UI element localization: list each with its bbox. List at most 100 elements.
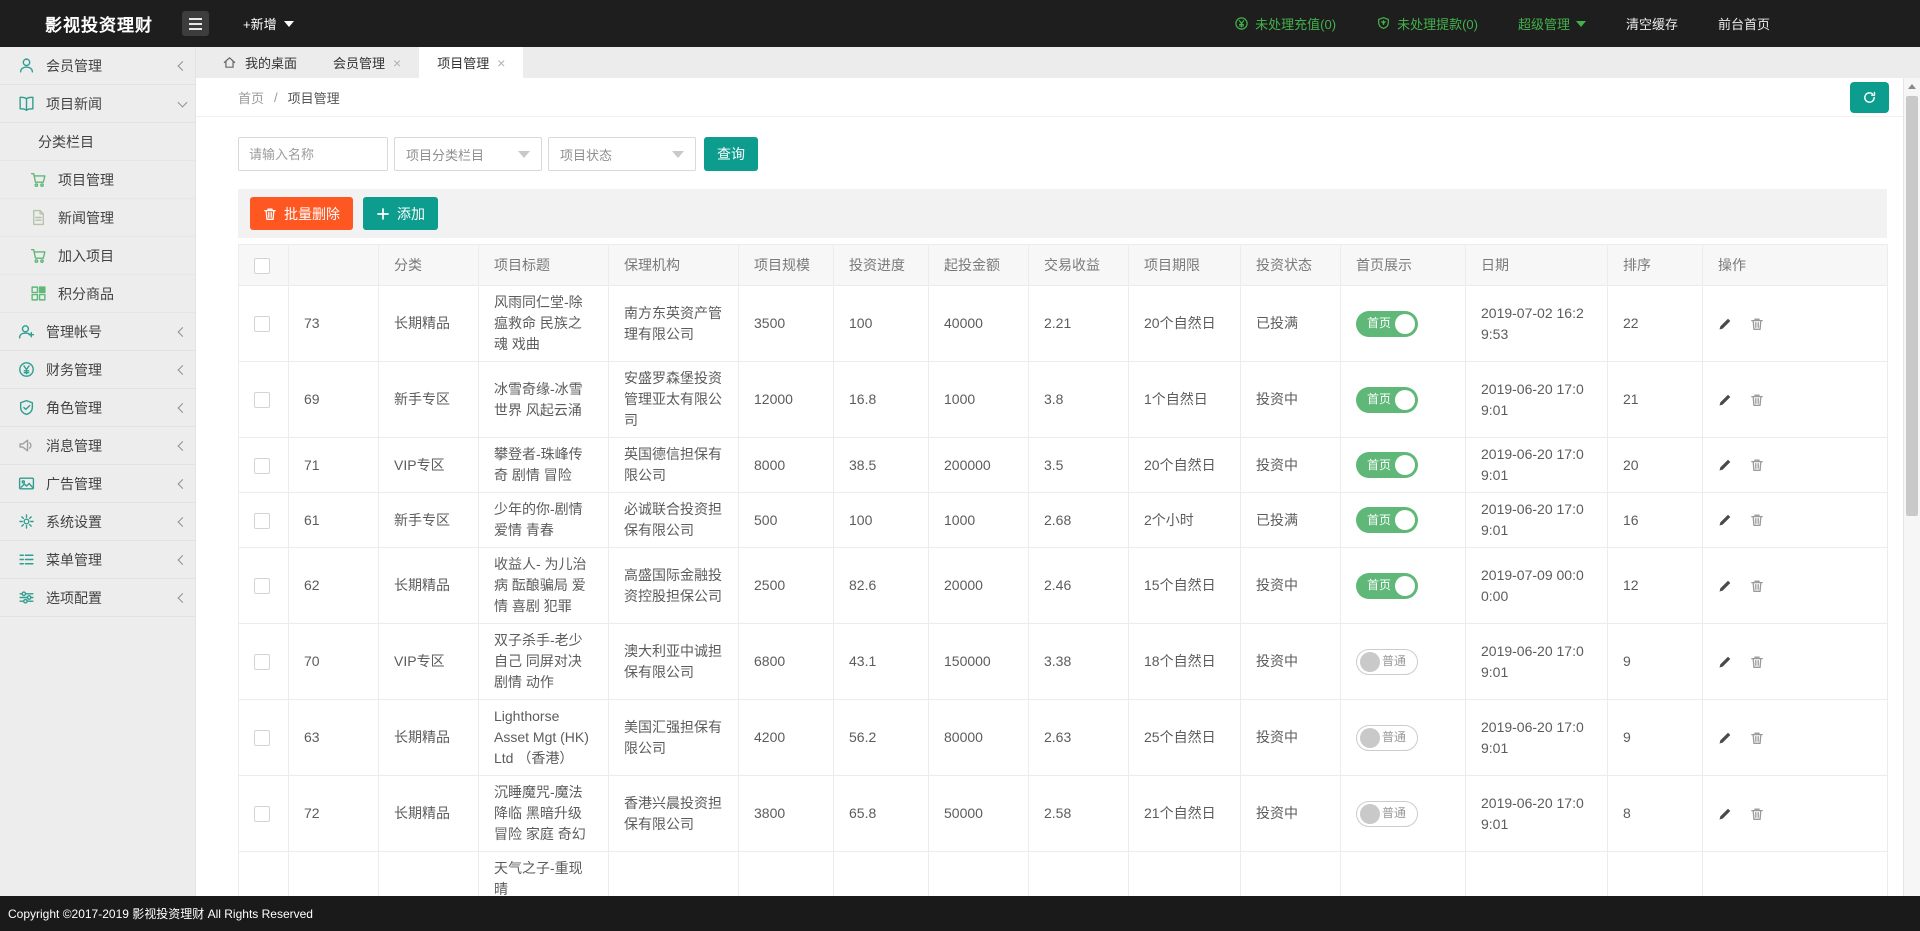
profit-cell: 2.58 — [1029, 776, 1129, 852]
category-cell: 长期精品 — [379, 700, 479, 776]
row-checkbox[interactable] — [254, 513, 270, 529]
new-menu-button[interactable]: +新增 — [243, 14, 294, 33]
sidebar-item-member-management[interactable]: 会员管理 — [0, 47, 195, 85]
edit-button[interactable] — [1718, 317, 1732, 331]
sidebar-item-category-column[interactable]: 分类栏目 — [0, 123, 195, 161]
delete-button[interactable] — [1750, 317, 1764, 331]
row-checkbox[interactable] — [254, 730, 270, 746]
delete-button[interactable] — [1750, 393, 1764, 407]
sidebar-item-ad-management[interactable]: 广告管理 — [0, 465, 195, 503]
front-home-link[interactable]: 前台首页 — [1718, 14, 1770, 33]
delete-button[interactable] — [1750, 807, 1764, 821]
row-checkbox[interactable] — [254, 578, 270, 594]
row-checkbox[interactable] — [254, 458, 270, 474]
row-checkbox[interactable] — [254, 316, 270, 332]
copyright-text: Copyright ©2017-2019 影视投资理财 All Rights R… — [8, 905, 313, 922]
home-display-toggle[interactable]: 普通 — [1356, 725, 1418, 751]
category-dropdown[interactable]: 项目分类栏目 — [394, 137, 542, 171]
select-all-header — [239, 245, 289, 286]
sidebar-item-label: 菜单管理 — [46, 550, 102, 570]
sidebar-item-admin-accounts[interactable]: 管理帐号 — [0, 313, 195, 351]
delete-button[interactable] — [1750, 579, 1764, 593]
actions-cell — [1703, 286, 1888, 362]
tab-member-management[interactable]: 会员管理× — [315, 47, 419, 78]
delete-button[interactable] — [1750, 513, 1764, 527]
tab-project-management[interactable]: 项目管理× — [419, 47, 523, 78]
pending-withdrawal-link[interactable]: 未处理提款(0) — [1376, 14, 1478, 33]
sidebar-item-label: 会员管理 — [46, 56, 102, 76]
edit-button[interactable] — [1718, 579, 1732, 593]
sort-cell: 16 — [1608, 493, 1703, 548]
sidebar-item-label: 消息管理 — [46, 436, 102, 456]
sidebar-item-finance-management[interactable]: 财务管理 — [0, 351, 195, 389]
delete-button[interactable] — [1750, 458, 1764, 472]
row-checkbox-cell — [239, 493, 289, 548]
scale-cell — [739, 852, 834, 897]
edit-button[interactable] — [1718, 513, 1732, 527]
home-display-toggle[interactable]: 首页 — [1356, 452, 1418, 478]
column-header-7: 起投金额 — [929, 245, 1029, 286]
title-cell: 冰雪奇缘-冰雪世界 风起云涌 — [479, 362, 609, 438]
pending-recharge-link[interactable]: 未处理充值(0) — [1234, 14, 1336, 33]
scrollbar-thumb[interactable] — [1906, 96, 1918, 516]
profit-cell: 3.5 — [1029, 438, 1129, 493]
vertical-scrollbar[interactable] — [1903, 78, 1920, 896]
refresh-button[interactable] — [1850, 82, 1889, 113]
add-button[interactable]: 添加 — [363, 197, 438, 230]
admin-role-menu[interactable]: 超级管理 — [1518, 14, 1586, 33]
edit-button[interactable] — [1718, 807, 1732, 821]
edit-button[interactable] — [1718, 393, 1732, 407]
column-header-9: 项目期限 — [1129, 245, 1241, 286]
delete-button[interactable] — [1750, 655, 1764, 669]
row-checkbox[interactable] — [254, 806, 270, 822]
pending-withdrawal-label: 未处理提款(0) — [1397, 14, 1478, 33]
search-button[interactable]: 查询 — [704, 137, 758, 171]
row-checkbox[interactable] — [254, 392, 270, 408]
id-cell: 63 — [289, 700, 379, 776]
sidebar-item-points-goods[interactable]: 积分商品 — [0, 275, 195, 313]
column-header-3: 项目标题 — [479, 245, 609, 286]
sidebar-item-menu-management[interactable]: 菜单管理 — [0, 541, 195, 579]
close-icon[interactable]: × — [497, 56, 505, 70]
sidebar-item-role-management[interactable]: 角色管理 — [0, 389, 195, 427]
new-menu-label: +新增 — [243, 14, 277, 33]
sidebar-item-system-settings[interactable]: 系统设置 — [0, 503, 195, 541]
edit-button[interactable] — [1718, 458, 1732, 472]
clear-cache-link[interactable]: 清空缓存 — [1626, 14, 1678, 33]
sidebar-item-news-management[interactable]: 新闻管理 — [0, 199, 195, 237]
sidebar-item-project-management[interactable]: 项目管理 — [0, 161, 195, 199]
select-all-checkbox[interactable] — [254, 258, 270, 274]
delete-button[interactable] — [1750, 731, 1764, 745]
sidebar-item-message-management[interactable]: 消息管理 — [0, 427, 195, 465]
toggle-label: 首页 — [1367, 313, 1391, 334]
edit-button[interactable] — [1718, 655, 1732, 669]
close-icon[interactable]: × — [393, 56, 401, 70]
profit-cell: 3.8 — [1029, 362, 1129, 438]
batch-delete-button[interactable]: 批量删除 — [250, 197, 353, 230]
tab-my-desktop[interactable]: 我的桌面 — [204, 47, 315, 78]
row-checkbox[interactable] — [254, 654, 270, 670]
sidebar-toggle-button[interactable] — [182, 11, 209, 36]
status-cell — [1241, 852, 1341, 897]
action-buttons — [1718, 655, 1872, 669]
name-search-input[interactable] — [238, 137, 388, 171]
home-display-toggle[interactable]: 首页 — [1356, 311, 1418, 337]
sidebar-item-option-config[interactable]: 选项配置 — [0, 579, 195, 617]
home-display-toggle[interactable]: 普通 — [1356, 801, 1418, 827]
sidebar-item-label: 选项配置 — [46, 588, 102, 608]
home-display-toggle[interactable]: 首页 — [1356, 387, 1418, 413]
category-dropdown-value: 项目分类栏目 — [406, 145, 484, 164]
status-dropdown[interactable]: 项目状态 — [548, 137, 696, 171]
scrollbar-up-button[interactable] — [1904, 78, 1920, 94]
scale-cell: 500 — [739, 493, 834, 548]
home-display-toggle[interactable]: 首页 — [1356, 573, 1418, 599]
sidebar-item-join-project[interactable]: 加入项目 — [0, 237, 195, 275]
sort-cell: 21 — [1608, 362, 1703, 438]
sidebar-item-label: 加入项目 — [58, 246, 114, 266]
category-cell — [379, 852, 479, 897]
sidebar-item-project-news[interactable]: 项目新闻 — [0, 85, 195, 123]
breadcrumb-home-link[interactable]: 首页 — [238, 88, 264, 107]
edit-button[interactable] — [1718, 731, 1732, 745]
home-display-toggle[interactable]: 首页 — [1356, 507, 1418, 533]
home-display-toggle[interactable]: 普通 — [1356, 649, 1418, 675]
